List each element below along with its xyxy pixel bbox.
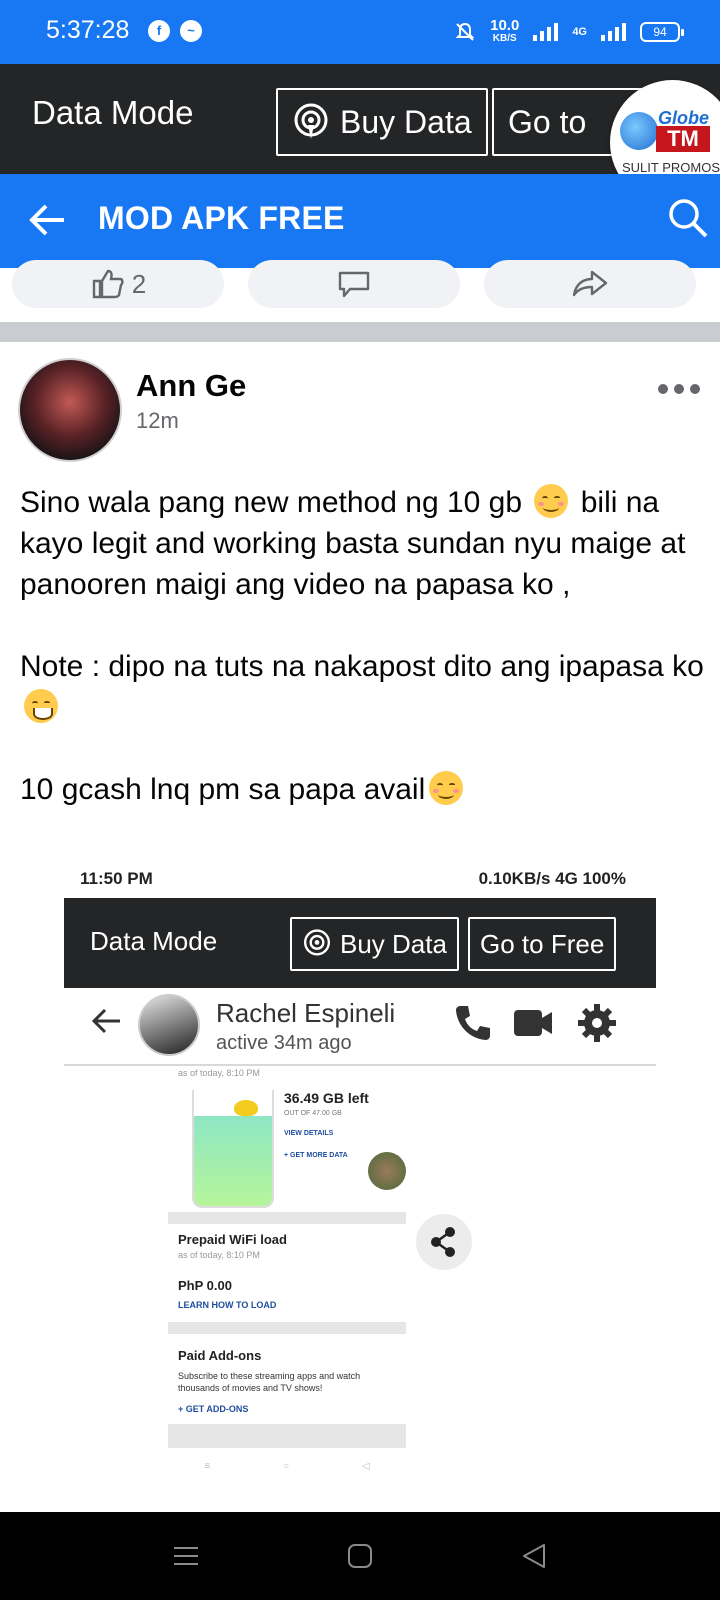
status-time: 5:37:28	[46, 16, 130, 44]
status-bar: 5:37:28 f ~ 10.0 KB/S 4G 94	[0, 0, 720, 64]
card-separator	[168, 1212, 406, 1224]
post-body: Sino wala pang new method ng 10 gb bili …	[20, 482, 710, 810]
post-paragraph-2: Note : dipo na tuts na nakapost dito ang…	[20, 646, 710, 728]
attached-screenshot[interactable]: 11:50 PM 0.10KB/s 4G 100% Data Mode Buy …	[64, 858, 656, 1512]
share-arrow-icon	[572, 270, 608, 297]
search-icon[interactable]	[666, 196, 710, 240]
smiling-face-icon	[534, 484, 569, 518]
screenshot-chat-header: Rachel Espineli active 34m ago	[64, 988, 656, 1066]
broadcast-icon	[303, 929, 331, 956]
messenger-icon: ~	[180, 20, 202, 42]
screenshot-nav-bar: ≡ ○ ◁	[168, 1454, 406, 1478]
back-arrow-icon[interactable]	[24, 196, 72, 244]
buy-data-button[interactable]: Buy Data	[276, 88, 488, 156]
mute-bell-icon	[455, 22, 475, 41]
like-button[interactable]: 2	[12, 260, 224, 308]
post-paragraph-3: 10 gcash lnq pm sa papa avail	[20, 769, 710, 810]
screenshot-status-bar: 11:50 PM 0.10KB/s 4G 100%	[64, 858, 656, 898]
facebook-icon: f	[148, 20, 170, 42]
menu-icon[interactable]	[170, 1540, 202, 1572]
phone-icon	[456, 1006, 490, 1040]
contact-avatar	[138, 994, 200, 1056]
post-paragraph-1: Sino wala pang new method ng 10 gb bili …	[20, 484, 686, 601]
card-separator	[168, 1322, 406, 1334]
screenshot-share-button	[416, 1214, 472, 1270]
network-type: 4G	[572, 26, 587, 38]
smiling-face-icon	[429, 771, 464, 805]
author-avatar[interactable]	[18, 358, 122, 462]
comment-icon	[338, 271, 370, 298]
screenshot-buy-data-button: Buy Data	[290, 917, 459, 971]
cell-signal-icon	[601, 23, 626, 41]
network-speed: 10.0 KB/S	[490, 17, 520, 44]
screenshot-go-to-free-button: Go to Free	[468, 917, 617, 971]
back-icon[interactable]	[518, 1540, 550, 1572]
wifi-signal-icon	[533, 23, 559, 41]
thumbs-up-icon	[92, 269, 124, 299]
battery-icon: 94	[640, 22, 684, 42]
app-bar: MOD APK FREE	[0, 174, 720, 268]
card-separator	[168, 1424, 406, 1448]
data-balance-card: as of today, 8:10 PM 36.49 GB left OUT O…	[168, 1068, 406, 1448]
group-title: MOD APK FREE	[98, 200, 345, 236]
home-icon[interactable]	[344, 1540, 376, 1572]
rubber-duck-icon	[234, 1100, 258, 1116]
more-options-icon[interactable]	[658, 384, 700, 396]
author-name[interactable]: Ann Ge	[136, 368, 246, 404]
grinning-face-icon	[24, 689, 58, 723]
data-glass-icon	[192, 1090, 274, 1208]
share-nodes-icon	[431, 1227, 455, 1257]
screenshot-data-bar: Data Mode Buy Data Go to Free	[64, 898, 656, 988]
back-arrow-icon	[91, 1008, 120, 1034]
previous-post-actions: 2	[0, 260, 720, 318]
share-button[interactable]	[484, 260, 696, 308]
data-mode-label: Data Mode	[32, 94, 194, 131]
system-nav-bar	[0, 1512, 720, 1600]
menu-icon: ≡	[204, 1460, 211, 1472]
broadcast-icon	[294, 103, 328, 139]
comment-button[interactable]	[248, 260, 460, 308]
globe-logo-icon	[620, 112, 658, 150]
home-icon: ○	[283, 1460, 290, 1472]
post-time[interactable]: 12m	[136, 408, 179, 434]
status-indicators: 10.0 KB/S 4G 94	[454, 14, 684, 50]
chat-head-avatar	[368, 1152, 406, 1190]
post-divider	[0, 322, 720, 342]
gear-icon	[578, 1004, 616, 1042]
back-icon: ◁	[361, 1460, 370, 1472]
video-camera-icon	[514, 1010, 552, 1036]
